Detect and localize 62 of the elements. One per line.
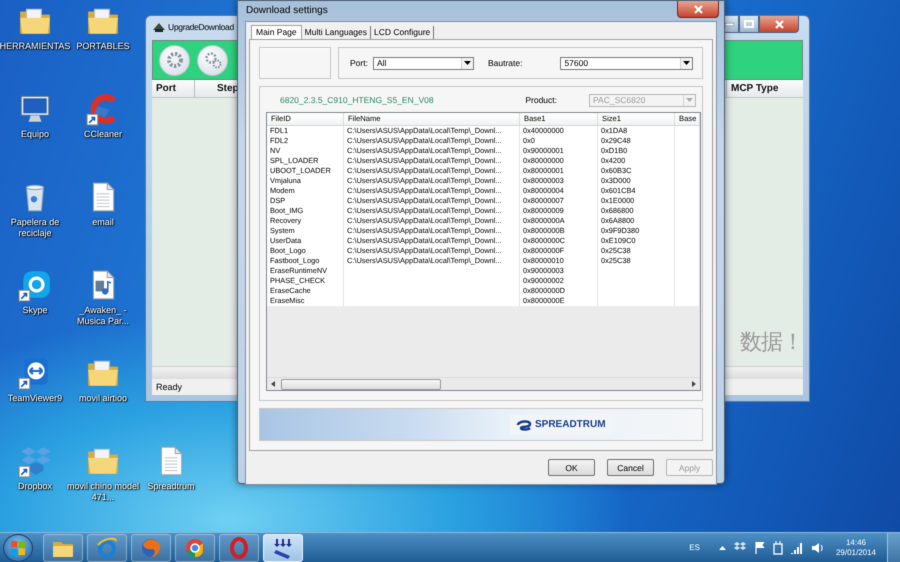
column-header: MCP Type — [726, 80, 803, 97]
icon-label: Spreadtrum — [147, 481, 195, 492]
swirl-icon — [516, 418, 532, 430]
dialog-button[interactable]: OK — [548, 459, 595, 476]
minimize-icon — [724, 22, 734, 26]
close-icon — [774, 20, 784, 28]
field-label: Port: — [350, 58, 368, 68]
show-desktop-button[interactable] — [887, 533, 900, 562]
window-title: Download settings — [245, 4, 328, 16]
dialog-button[interactable]: Cancel — [607, 459, 654, 476]
clock-time[interactable]: 14:46 — [846, 538, 866, 548]
caret-icon — [683, 61, 690, 65]
caret-up-icon[interactable] — [718, 546, 726, 550]
plug-icon[interactable] — [772, 540, 783, 554]
icon-label: TeamViewer9 — [8, 393, 62, 404]
start-download-button[interactable] — [159, 44, 190, 76]
app-icon — [152, 21, 166, 33]
port-dropdown[interactable]: All — [372, 56, 474, 70]
speaker-icon[interactable] — [810, 542, 823, 554]
settings-button[interactable] — [197, 44, 228, 76]
gear-icon — [166, 51, 184, 69]
logo-text: SPREADTRUM — [535, 419, 606, 430]
icon-label: PORTABLES — [76, 41, 130, 52]
icon-label: CCleaner — [84, 129, 122, 140]
caret-icon — [464, 61, 471, 65]
start-button[interactable] — [3, 534, 33, 562]
taskbar-button[interactable] — [263, 534, 303, 562]
icon-label: Dropbox — [18, 481, 52, 492]
icon-label: Skype — [22, 305, 48, 316]
language-indicator[interactable]: ES — [689, 543, 700, 552]
close-button[interactable] — [759, 16, 799, 33]
icon-label: Equipo — [20, 129, 50, 140]
icon-label: movil airtioo — [78, 393, 127, 404]
package-name: 6820_2.3.5_C910_HTENG_S5_EN_V08 — [280, 95, 434, 105]
scroll-right-icon — [692, 381, 696, 387]
message-text: 数据！ — [740, 329, 803, 357]
icon-label: HERRAMIENTAS — [0, 41, 70, 52]
maximize-icon — [744, 20, 754, 28]
baudrate-dropdown[interactable]: 57600 — [560, 56, 693, 70]
clock-date[interactable]: 29/01/2014 — [836, 548, 876, 558]
tab[interactable]: Main Page — [251, 25, 302, 39]
maximize-button[interactable] — [739, 16, 759, 33]
flag-icon[interactable] — [754, 541, 766, 554]
scroll-left-icon — [271, 381, 275, 387]
windows-logo-icon — [10, 540, 26, 556]
field-label: Product: — [525, 95, 557, 105]
swoosh-ring-icon — [95, 536, 119, 560]
field-label: Bautrate: — [488, 58, 522, 68]
gears-icon — [204, 51, 222, 69]
column-header: Port — [152, 80, 195, 97]
icon-label: _Awaken_ - Musica Par... — [76, 305, 130, 327]
close-button[interactable] — [677, 1, 719, 18]
icon-label: movil chino model 471... — [66, 481, 140, 503]
signal-icon[interactable] — [790, 542, 804, 554]
ring-icon — [227, 536, 251, 560]
close-icon — [694, 4, 702, 14]
icon-label: email — [92, 217, 114, 228]
window-title: UpgradeDownload — [168, 22, 234, 32]
icon-label: Papelera de reciclaje — [10, 217, 60, 239]
scrollbar[interactable] — [267, 377, 700, 390]
chat-icon[interactable] — [18, 268, 52, 302]
group-box — [259, 47, 331, 79]
